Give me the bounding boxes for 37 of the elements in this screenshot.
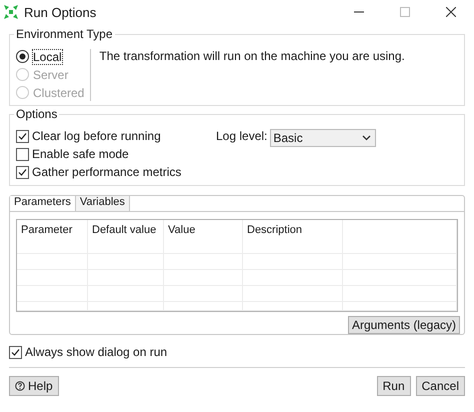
column-header: Value <box>164 220 243 254</box>
group-title: Environment Type <box>14 27 114 41</box>
log-level-label: Log level: <box>216 129 268 143</box>
table-cell <box>17 286 88 302</box>
tab[interactable]: Variables <box>76 196 130 211</box>
checkbox-label: Clear log before running <box>32 129 161 143</box>
checkbox-label: Always show dialog on run <box>25 345 168 359</box>
column-header: Default value <box>88 220 164 254</box>
help-button[interactable]: Help <box>9 376 59 396</box>
column-header: Description <box>243 220 343 254</box>
cancel-button[interactable]: Cancel <box>416 376 465 396</box>
radio-label: Clustered <box>33 86 84 100</box>
table-cell <box>17 270 88 286</box>
run-button[interactable]: Run <box>376 376 411 396</box>
close-icon <box>446 7 456 17</box>
description-text: The transformation will run on the machine you are using. <box>98 49 405 65</box>
window-title: Run Options <box>24 4 96 20</box>
radio-button[interactable] <box>16 50 29 63</box>
help-icon <box>15 381 25 391</box>
checkbox-label: Enable safe mode <box>32 147 129 161</box>
column-header: Parameter <box>17 220 88 254</box>
maximize-icon <box>400 7 410 17</box>
checkbox[interactable] <box>16 166 29 178</box>
group-title: Options <box>14 107 60 121</box>
app-logo-icon <box>4 5 18 19</box>
checkbox[interactable] <box>16 148 29 160</box>
checkbox[interactable] <box>16 130 29 142</box>
radio-label: Local <box>33 50 62 64</box>
chevron-down-icon <box>362 135 372 141</box>
table-cell <box>17 302 88 311</box>
radio-label: Server <box>33 68 68 82</box>
arguments-button[interactable]: Arguments (legacy) <box>348 316 460 334</box>
table-cell <box>17 254 88 270</box>
tab[interactable]: Parameters <box>10 196 76 211</box>
log-level-dropdown[interactable]: Basic <box>270 129 376 147</box>
checkbox[interactable] <box>9 346 22 358</box>
checkbox-label: Gather performance metrics <box>32 165 182 179</box>
